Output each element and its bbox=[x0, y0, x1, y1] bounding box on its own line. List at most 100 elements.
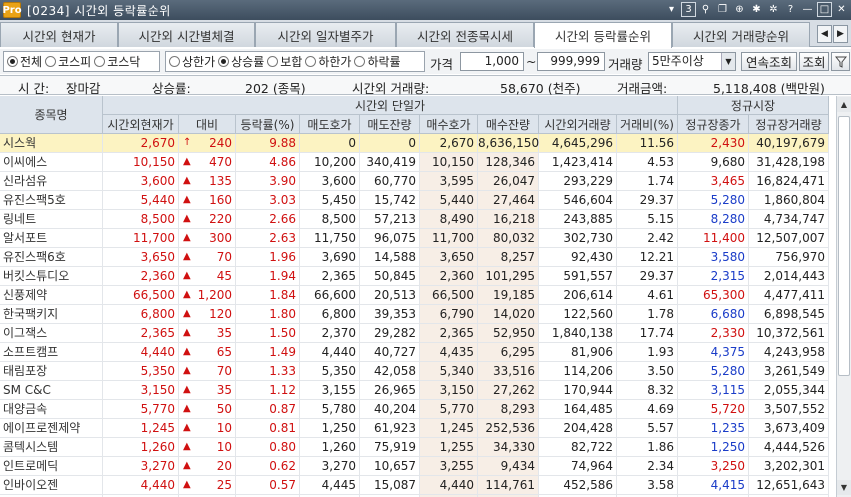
stock-name[interactable]: 콤텍시스템 bbox=[0, 438, 103, 456]
stock-name[interactable]: 유진스팩6호 bbox=[0, 248, 103, 266]
chevron-down-icon[interactable]: ▼ bbox=[721, 53, 735, 70]
table-row[interactable]: 신풍제약 66,500 ▲ 1,200 1.84 66,600 20,513 66,500 19… bbox=[0, 286, 829, 305]
stock-name[interactable]: 유진스팩5호 bbox=[0, 191, 103, 209]
tab-5[interactable]: 시간외 거래량순위 bbox=[672, 22, 810, 47]
zoom-icon[interactable]: ⊕ bbox=[732, 2, 747, 17]
volume-select[interactable]: 5만주이상 ▼ bbox=[648, 52, 736, 71]
stock-name[interactable]: 신라섬유 bbox=[0, 172, 103, 190]
cell-ask: 3,155 bbox=[300, 381, 360, 399]
pin-icon[interactable]: ✱ bbox=[749, 2, 764, 17]
tab-1[interactable]: 시간외 시간별체결 bbox=[118, 22, 255, 47]
table-row[interactable]: 신라섬유 3,600 ▲ 135 3.90 3,600 60,770 3,595 26,047 2… bbox=[0, 172, 829, 191]
radio-dot-icon[interactable] bbox=[305, 56, 317, 67]
price-from-input[interactable]: 1,000 bbox=[460, 52, 524, 71]
stock-name[interactable]: 인바이오젠 bbox=[0, 476, 103, 494]
settings-icon[interactable]: ✲ bbox=[766, 2, 781, 17]
table-row[interactable]: 인트로메딕 3,270 ▲ 20 0.62 3,270 10,657 3,255 9,434 74… bbox=[0, 457, 829, 476]
table-row[interactable]: 에이프로젠제약 1,245 ▲ 10 0.81 1,250 61,923 1,245 252,5… bbox=[0, 419, 829, 438]
close-icon[interactable]: ✕ bbox=[834, 2, 849, 17]
radio-market-0[interactable]: 전체 bbox=[7, 53, 42, 70]
table-row[interactable]: 시스웍 2,670 ↑ 240 9.88 0 0 2,670 8,636,150 4,645,29… bbox=[0, 134, 829, 153]
tab-scroll-left-icon[interactable]: ◀ bbox=[817, 25, 832, 43]
cell-price: 3,600 bbox=[103, 172, 179, 190]
stock-name[interactable]: 신풍제약 bbox=[0, 286, 103, 304]
radio-market-1[interactable]: 코스피 bbox=[45, 53, 91, 70]
table-row[interactable]: SM C&C 3,150 ▲ 35 1.12 3,155 26,965 3,150 27,262… bbox=[0, 381, 829, 400]
stock-name[interactable]: 소프트캠프 bbox=[0, 343, 103, 361]
stock-name[interactable]: 대양금속 bbox=[0, 400, 103, 418]
link-number-button[interactable]: 3 bbox=[681, 2, 696, 17]
cell-close: 3,115 bbox=[678, 381, 749, 399]
cell-change: ▲ 10 bbox=[179, 419, 236, 437]
copy-icon[interactable]: ❐ bbox=[715, 2, 730, 17]
minimize-icon[interactable]: — bbox=[800, 2, 815, 17]
cell-ask_qty: 50,845 bbox=[360, 267, 420, 285]
scroll-down-icon[interactable]: ▼ bbox=[837, 480, 851, 495]
radio-direction-1[interactable]: 상승률 bbox=[218, 53, 264, 70]
price-to-input[interactable]: 999,999 bbox=[537, 52, 605, 71]
radio-dot-icon[interactable] bbox=[7, 56, 18, 67]
table-row[interactable]: 대양금속 5,770 ▲ 50 0.87 5,780 40,204 5,770 8,293 164… bbox=[0, 400, 829, 419]
radio-dot-icon[interactable] bbox=[169, 56, 180, 67]
stock-name[interactable]: 이그잭스 bbox=[0, 324, 103, 342]
radio-dot-icon[interactable] bbox=[267, 56, 279, 67]
stock-name[interactable]: 버킷스튜디오 bbox=[0, 267, 103, 285]
cell-rate: 0.80 bbox=[236, 438, 300, 456]
stock-name[interactable]: 알서포트 bbox=[0, 229, 103, 247]
help-icon[interactable]: ? bbox=[783, 2, 798, 17]
stock-name[interactable]: 링네트 bbox=[0, 210, 103, 228]
table-row[interactable]: 유진스팩5호 5,440 ▲ 160 3.03 5,450 15,742 5,440 27,46… bbox=[0, 191, 829, 210]
table-row[interactable]: 링네트 8,500 ▲ 220 2.66 8,500 57,213 8,490 16,218 24… bbox=[0, 210, 829, 229]
cell-volume: 92,430 bbox=[539, 248, 617, 266]
radio-direction-4[interactable]: 하락률 bbox=[354, 53, 401, 70]
stock-name[interactable]: 태림포장 bbox=[0, 362, 103, 380]
cell-ask_qty: 26,965 bbox=[360, 381, 420, 399]
table-row[interactable]: 인바이오젠 4,440 ▲ 25 0.57 4,445 15,087 4,440 114,761… bbox=[0, 476, 829, 495]
cell-bid_qty: 33,516 bbox=[478, 362, 539, 380]
stock-name[interactable]: 시스웍 bbox=[0, 134, 103, 152]
table-row[interactable]: 콤텍시스템 1,260 ▲ 10 0.80 1,260 75,919 1,255 34,330 8… bbox=[0, 438, 829, 457]
table-row[interactable]: 이씨에스 10,150 ▲ 470 4.86 10,200 340,419 10,150 128… bbox=[0, 153, 829, 172]
table-row[interactable]: 유진스팩6호 3,650 ▲ 70 1.96 3,690 14,588 3,650 8,257 9… bbox=[0, 248, 829, 267]
vertical-scrollbar[interactable]: ▲ ▼ bbox=[836, 96, 851, 497]
search-icon[interactable]: ⚲ bbox=[698, 2, 713, 17]
continuous-query-button[interactable]: 연속조회 bbox=[741, 52, 797, 71]
stock-name[interactable]: 인트로메딕 bbox=[0, 457, 103, 475]
table-row[interactable]: 알서포트 11,700 ▲ 300 2.63 11,750 96,075 11,700 80,0… bbox=[0, 229, 829, 248]
stock-name[interactable]: 에이프로젠제약 bbox=[0, 419, 103, 437]
radio-dot-icon[interactable] bbox=[94, 56, 106, 67]
stock-name[interactable]: SM C&C bbox=[0, 381, 103, 399]
stock-name[interactable]: 한국팩키지 bbox=[0, 305, 103, 323]
radio-direction-0[interactable]: 상한가 bbox=[169, 53, 215, 70]
table-row[interactable]: 버킷스튜디오 2,360 ▲ 45 1.94 2,365 50,845 2,360 101,29… bbox=[0, 267, 829, 286]
radio-dot-icon[interactable] bbox=[218, 56, 230, 67]
table-row[interactable]: 소프트캠프 4,440 ▲ 65 1.49 4,440 40,727 4,435 6,295 81… bbox=[0, 343, 829, 362]
scroll-up-icon[interactable]: ▲ bbox=[837, 97, 851, 112]
rise-arrow-icon: ▲ bbox=[183, 403, 191, 414]
cell-ask_qty: 0 bbox=[360, 134, 420, 152]
scroll-thumb[interactable] bbox=[838, 116, 850, 376]
table-row[interactable]: 태림포장 5,350 ▲ 70 1.33 5,350 42,058 5,340 33,516 11… bbox=[0, 362, 829, 381]
tab-2[interactable]: 시간외 일자별주가 bbox=[255, 22, 396, 47]
radio-market-2[interactable]: 코스닥 bbox=[94, 53, 140, 70]
tab-4[interactable]: 시간외 등락률순위 bbox=[534, 22, 672, 48]
query-button[interactable]: 조회 bbox=[799, 52, 829, 71]
tab-0[interactable]: 시간외 현재가 bbox=[0, 22, 118, 47]
price-label: 가격 bbox=[430, 57, 454, 72]
cell-ask: 2,365 bbox=[300, 267, 360, 285]
radio-dot-icon[interactable] bbox=[354, 56, 366, 67]
tab-3[interactable]: 시간외 전종목시세 bbox=[396, 22, 534, 47]
table-row[interactable]: 이그잭스 2,365 ▲ 35 1.50 2,370 29,282 2,365 52,950 1,… bbox=[0, 324, 829, 343]
cell-ask_qty: 10,657 bbox=[360, 457, 420, 475]
filter-icon[interactable] bbox=[831, 52, 850, 71]
radio-direction-2[interactable]: 보합 bbox=[267, 53, 302, 70]
cell-bid_qty: 27,262 bbox=[478, 381, 539, 399]
radio-direction-3[interactable]: 하한가 bbox=[305, 53, 351, 70]
maximize-icon[interactable]: □ bbox=[817, 2, 832, 17]
tab-scroll-right-icon[interactable]: ▶ bbox=[833, 25, 848, 43]
cell-change: ▲ 10 bbox=[179, 438, 236, 456]
stock-name[interactable]: 이씨에스 bbox=[0, 153, 103, 171]
menu-icon[interactable]: ▾ bbox=[664, 2, 679, 17]
table-row[interactable]: 한국팩키지 6,800 ▲ 120 1.80 6,800 39,353 6,790 14,020… bbox=[0, 305, 829, 324]
radio-dot-icon[interactable] bbox=[45, 56, 57, 67]
